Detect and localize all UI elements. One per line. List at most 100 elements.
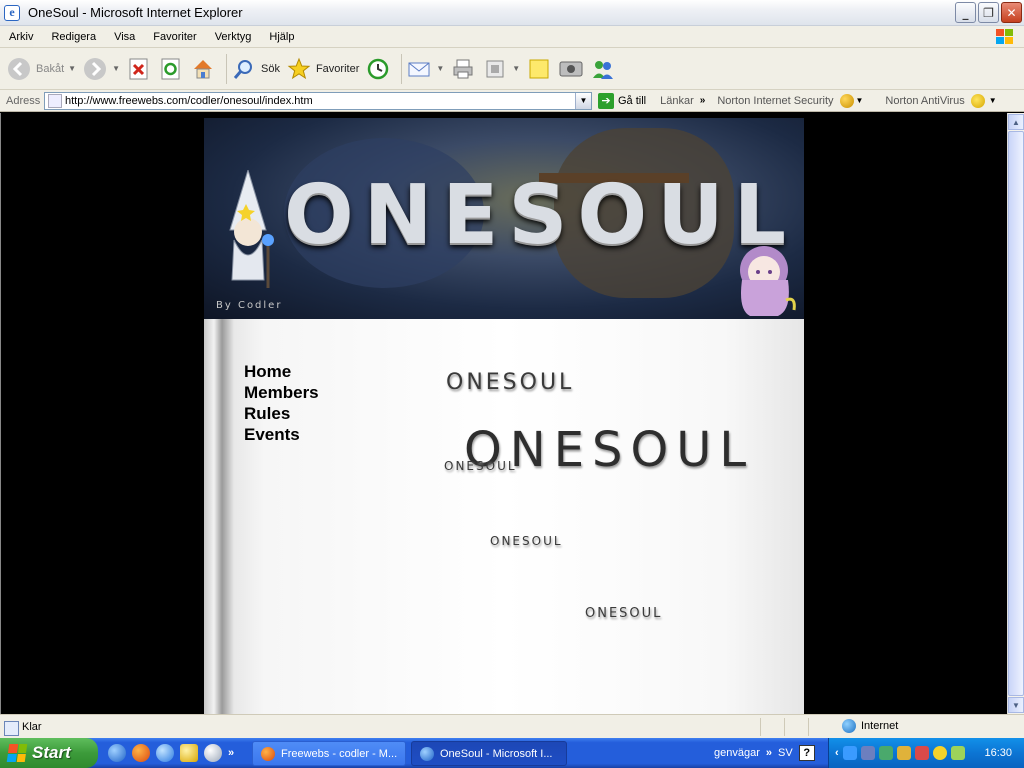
toolbar-chevron-icon[interactable]: » [766, 747, 772, 759]
go-button[interactable]: ➔ Gå till [598, 92, 647, 109]
tray-icon-4[interactable] [896, 746, 911, 760]
toolbar-separator [401, 53, 403, 84]
title-bar: e OneSoul - Microsoft Internet Explorer … [0, 0, 1024, 26]
tray-icon-1[interactable] [842, 746, 857, 760]
print-button[interactable] [450, 56, 476, 82]
toolbar-label[interactable]: genvägar [714, 747, 760, 759]
menu-visa[interactable]: Visa [105, 31, 144, 43]
media-player-quicklaunch-icon[interactable] [204, 744, 222, 762]
stop-button[interactable] [126, 56, 152, 82]
address-label: Adress [6, 94, 41, 107]
home-icon [190, 56, 216, 82]
menu-bar: Arkiv Redigera Visa Favoriter Verktyg Hj… [0, 26, 1024, 48]
menu-redigera[interactable]: Redigera [42, 31, 105, 43]
close-button[interactable]: ✕ [1001, 2, 1022, 23]
links-chevron-icon[interactable]: » [700, 95, 706, 106]
onesoul-stamp-1: ONESOUL [446, 370, 575, 395]
status-text: Klar [0, 720, 42, 736]
stop-icon [126, 56, 152, 82]
sticky-note-icon [526, 56, 552, 82]
search-button[interactable]: Sök [231, 56, 280, 82]
back-button[interactable]: Bakåt ▼ [6, 56, 76, 82]
forward-button[interactable]: ▼ [82, 56, 120, 82]
menu-hjalp[interactable]: Hjälp [260, 31, 303, 43]
notes-button[interactable] [526, 56, 552, 82]
banner-byline: By Codler [216, 300, 283, 311]
go-label: Gå till [618, 94, 647, 107]
task-label: Freewebs - codler - M... [281, 747, 398, 760]
links-label[interactable]: Länkar [660, 95, 694, 107]
mail-dropdown-icon[interactable]: ▼ [436, 64, 444, 73]
address-dropdown-icon[interactable]: ▼ [575, 92, 591, 109]
tray-expand-icon[interactable]: ‹ [835, 747, 839, 759]
address-url[interactable]: http://www.freewebs.com/codler/onesoul/i… [65, 95, 313, 107]
norton-antivirus-dropdown-icon[interactable]: ▼ [989, 96, 997, 105]
task-label: OneSoul - Microsoft I... [440, 747, 553, 760]
menu-verktyg[interactable]: Verktyg [206, 31, 261, 43]
tray-icon-5[interactable] [914, 746, 929, 760]
tool-quicklaunch-icon[interactable] [180, 744, 198, 762]
tray-icon-2[interactable] [860, 746, 875, 760]
security-zone: Internet [842, 719, 898, 733]
norton-antivirus-label[interactable]: Norton AntiVirus [885, 95, 964, 107]
toolbar-separator [225, 53, 227, 84]
scroll-thumb[interactable] [1008, 131, 1024, 696]
camera-icon [558, 56, 584, 82]
address-bar: Adress http://www.freewebs.com/codler/on… [0, 90, 1024, 112]
norton-globe-icon[interactable] [839, 93, 854, 108]
taskbar-item-onesoul[interactable]: OneSoul - Microsoft I... [411, 741, 567, 766]
norton-security-label[interactable]: Norton Internet Security [717, 95, 833, 107]
menu-arkiv[interactable]: Arkiv [0, 31, 42, 43]
tray-icon-7[interactable] [950, 746, 965, 760]
page-viewport: ONESOUL By Codler Home Members Rules Eve… [0, 113, 1007, 714]
help-icon[interactable]: ? [798, 745, 815, 761]
history-button[interactable] [365, 56, 391, 82]
language-indicator[interactable]: SV [778, 747, 793, 759]
history-icon [365, 56, 391, 82]
menu-favoriter[interactable]: Favoriter [144, 31, 205, 43]
restore-button[interactable]: ❐ [978, 2, 999, 23]
quicklaunch-more-icon[interactable]: » [228, 747, 234, 759]
browser-quicklaunch-icon[interactable] [156, 744, 174, 762]
start-label: Start [32, 743, 71, 762]
zone-label: Internet [861, 720, 899, 732]
norton-shield-icon[interactable] [970, 93, 985, 108]
ie-quicklaunch-icon[interactable] [108, 744, 126, 762]
windows-logo-icon [996, 29, 1013, 44]
favorites-label: Favoriter [315, 62, 360, 75]
favorites-button[interactable]: Favoriter [286, 56, 359, 82]
tray-icon-3[interactable] [878, 746, 893, 760]
status-cell [808, 718, 830, 736]
nav-link-events[interactable]: Events [244, 424, 319, 445]
edit-dropdown-icon[interactable]: ▼ [512, 64, 520, 73]
scroll-up-button[interactable]: ▲ [1008, 114, 1024, 130]
edit-button[interactable]: ▼ [482, 56, 520, 82]
address-input[interactable]: http://www.freewebs.com/codler/onesoul/i… [44, 91, 592, 110]
mail-button[interactable]: ▼ [406, 56, 444, 82]
forward-arrow-icon [82, 56, 108, 82]
tray-icon-6[interactable] [932, 746, 947, 760]
nav-link-home[interactable]: Home [244, 361, 319, 382]
nav-link-rules[interactable]: Rules [244, 403, 319, 424]
ie-app-icon[interactable]: e [4, 4, 20, 21]
window-title: OneSoul - Microsoft Internet Explorer [28, 5, 243, 20]
minimize-button[interactable]: _ [955, 2, 976, 23]
print-icon [450, 56, 476, 82]
norton-security-dropdown-icon[interactable]: ▼ [856, 96, 864, 105]
mail-icon [406, 56, 432, 82]
messenger-button[interactable] [590, 56, 616, 82]
taskbar-item-freewebs[interactable]: Freewebs - codler - M... [252, 741, 406, 766]
back-dropdown-icon[interactable]: ▼ [68, 64, 76, 73]
camera-button[interactable] [558, 56, 584, 82]
girl-character-icon [740, 246, 796, 316]
page-icon [48, 93, 62, 108]
forward-dropdown-icon[interactable]: ▼ [112, 64, 120, 73]
refresh-button[interactable] [158, 56, 184, 82]
wizard-character-icon [229, 170, 274, 288]
nav-link-members[interactable]: Members [244, 382, 319, 403]
vertical-scrollbar[interactable]: ▲ ▼ [1007, 113, 1024, 714]
home-button[interactable] [190, 56, 216, 82]
start-button[interactable]: Start [0, 738, 98, 768]
firefox-quicklaunch-icon[interactable] [132, 744, 150, 762]
scroll-down-button[interactable]: ▼ [1008, 697, 1024, 713]
